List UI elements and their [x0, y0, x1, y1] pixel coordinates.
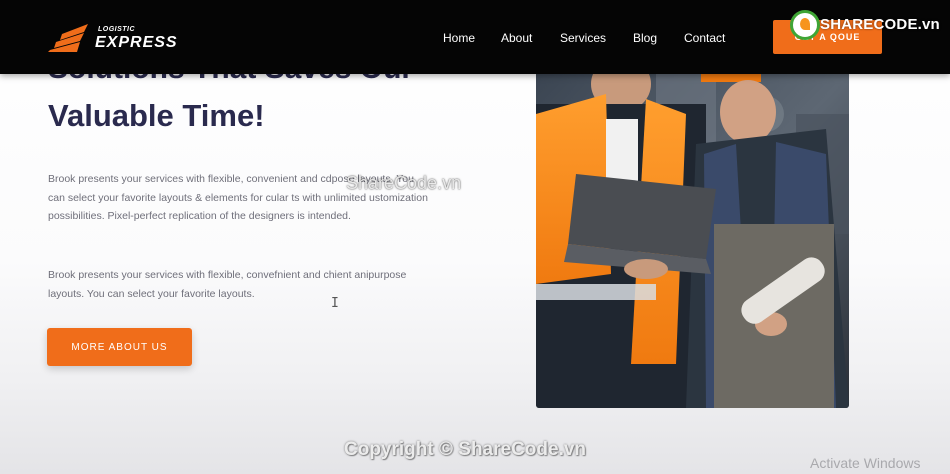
- workers-photo: [536, 74, 849, 408]
- nav-blog[interactable]: Blog: [633, 31, 657, 45]
- watermark-text-middle: ShareCode.vn: [346, 173, 462, 193]
- hero-heading: Valuable Time!: [48, 98, 265, 133]
- brand-logo[interactable]: LOGISTIC EXPRESS: [48, 22, 178, 56]
- nav-services[interactable]: Services: [560, 31, 606, 45]
- brand-small-text: LOGISTIC: [98, 26, 136, 33]
- sharecode-icon: [790, 10, 820, 40]
- more-about-us-button[interactable]: MORE ABOUT US: [47, 328, 192, 366]
- text-cursor-icon: I: [331, 296, 339, 311]
- activate-windows-notice: Activate Windows: [810, 455, 921, 471]
- nav-home[interactable]: Home: [443, 31, 475, 45]
- nav-about[interactable]: About: [501, 31, 532, 45]
- watermark-logo: SHARECODE.vn: [790, 8, 942, 42]
- nav-contact[interactable]: Contact: [684, 31, 725, 45]
- watermark-logo-text: SHARECODE.vn: [820, 16, 940, 33]
- brand-name: EXPRESS: [95, 34, 178, 51]
- hero-paragraph-2: Brook presents your services with flexib…: [48, 269, 407, 300]
- logistic-wing-icon: [48, 24, 88, 52]
- watermark-copyright: Copyright © ShareCode.vn: [344, 439, 587, 460]
